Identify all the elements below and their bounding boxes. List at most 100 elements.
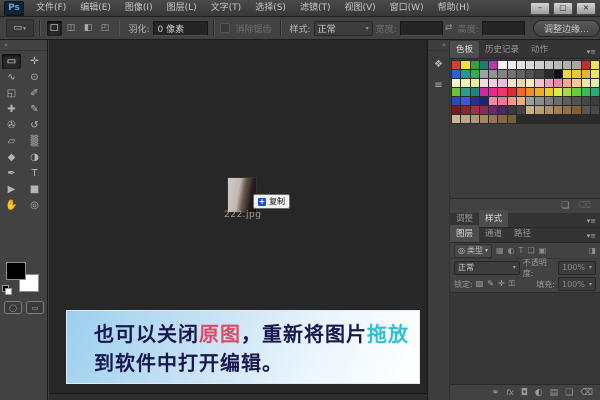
color-swatch[interactable] (582, 106, 590, 114)
minimize-button[interactable]: – (530, 2, 550, 15)
color-swatch[interactable] (591, 97, 599, 105)
filter-adjustment-icon[interactable]: ◐ (508, 246, 515, 255)
fill-input[interactable]: 100% ▾ (558, 277, 596, 291)
menu-item-window[interactable]: 窗口(W) (383, 0, 431, 16)
color-swatch[interactable] (461, 97, 469, 105)
eraser-tool[interactable]: ▱ (2, 134, 21, 149)
color-swatch[interactable] (508, 106, 516, 114)
color-swatch[interactable] (508, 97, 516, 105)
color-swatch[interactable] (526, 79, 534, 87)
menu-item-view[interactable]: 视图(V) (337, 0, 382, 16)
filter-pixel-icon[interactable]: ▦ (496, 246, 504, 255)
brush-presets-icon[interactable]: ≡ (431, 78, 447, 93)
color-swatch[interactable] (508, 61, 516, 69)
color-swatch[interactable] (591, 106, 599, 114)
color-swatch[interactable] (489, 106, 497, 114)
color-swatch[interactable] (535, 79, 543, 87)
color-swatch[interactable] (582, 88, 590, 96)
color-swatch[interactable] (480, 61, 488, 69)
tab-layers[interactable]: 图层 (450, 225, 479, 242)
tab-history[interactable]: 历史记录 (479, 41, 525, 58)
color-swatch[interactable] (489, 61, 497, 69)
color-swatch[interactable] (554, 106, 562, 114)
opacity-input[interactable]: 100% ▾ (558, 261, 596, 275)
color-swatch[interactable] (508, 70, 516, 78)
crop-tool[interactable]: ◱ (2, 86, 21, 101)
color-swatch[interactable] (517, 79, 525, 87)
color-swatch[interactable] (535, 106, 543, 114)
menu-item-help[interactable]: 帮助(H) (431, 0, 477, 16)
new-layer-icon[interactable]: ❏ (565, 388, 573, 398)
color-swatch[interactable] (526, 61, 534, 69)
blend-mode-select[interactable]: 正常 ▾ (454, 261, 520, 275)
expand-panels-icon[interactable]: « (428, 40, 449, 51)
tool-preset-picker[interactable]: ▭ ▾ (6, 19, 34, 37)
color-swatch[interactable] (545, 79, 553, 87)
gradient-tool[interactable]: ▒ (25, 134, 44, 149)
color-swatch[interactable] (452, 61, 460, 69)
color-swatch[interactable] (480, 106, 488, 114)
dodge-tool[interactable]: ◑ (25, 150, 44, 165)
color-swatch[interactable] (508, 88, 516, 96)
filter-toggle-icon[interactable]: ◨ (588, 246, 596, 255)
color-swatch[interactable] (471, 61, 479, 69)
color-swatch[interactable] (572, 61, 580, 69)
color-swatch[interactable] (517, 106, 525, 114)
zoom-tool[interactable]: ◎ (25, 198, 44, 213)
color-swatch[interactable] (480, 79, 488, 87)
color-swatch[interactable] (480, 97, 488, 105)
filter-type-select[interactable]: ◎ 类型 ▾ (454, 244, 492, 258)
lock-all-icon[interactable]: ⚿ (509, 279, 515, 289)
color-swatch[interactable] (517, 61, 525, 69)
canvas-area[interactable]: + 复制 222.jpg 也可以关闭原图，重新将图片拖放到软件中打开编辑。 (49, 40, 427, 400)
menu-item-type[interactable]: 文字(T) (204, 0, 249, 16)
color-swatch[interactable] (563, 88, 571, 96)
color-swatch[interactable] (517, 97, 525, 105)
layers-list[interactable] (450, 292, 600, 384)
color-swatch[interactable] (572, 88, 580, 96)
color-swatch[interactable] (508, 79, 516, 87)
delete-swatch-icon[interactable]: ⌫ (578, 201, 591, 211)
color-swatch[interactable] (508, 115, 516, 123)
color-swatch[interactable] (461, 79, 469, 87)
color-swatch[interactable] (461, 115, 469, 123)
color-swatch[interactable] (452, 79, 460, 87)
layer-group-icon[interactable]: ▤ (550, 388, 559, 398)
color-swatch[interactable] (591, 79, 599, 87)
feather-input[interactable]: 0 像素 (153, 21, 208, 36)
color-swatch[interactable] (489, 79, 497, 87)
subtract-from-selection-button[interactable]: ◧ (81, 21, 96, 36)
color-swatch[interactable] (545, 97, 553, 105)
color-swatch[interactable] (563, 106, 571, 114)
menu-item-layer[interactable]: 图层(L) (160, 0, 204, 16)
lock-move-icon[interactable]: ✛ (498, 279, 505, 289)
color-swatch[interactable] (498, 70, 506, 78)
width-input[interactable] (400, 21, 443, 36)
adjustment-layer-icon[interactable]: ◐ (535, 388, 543, 398)
color-swatch[interactable] (554, 70, 562, 78)
color-swatch[interactable] (452, 115, 460, 123)
menu-item-file[interactable]: 文件(F) (29, 0, 73, 16)
lock-paint-icon[interactable]: ✎ (487, 279, 494, 289)
color-swatch[interactable] (480, 70, 488, 78)
color-swatch[interactable] (582, 70, 590, 78)
color-swatch[interactable] (480, 115, 488, 123)
color-swatch[interactable] (545, 88, 553, 96)
panel-menu-icon[interactable]: ▾≡ (583, 232, 600, 242)
refine-edge-button[interactable]: 调整边缘… (533, 20, 600, 37)
tab-swatches[interactable]: 色板 (450, 41, 479, 58)
blur-tool[interactable]: ◆ (2, 150, 21, 165)
style-select[interactable]: 正常 ▾ (314, 21, 373, 36)
path-selection-tool[interactable]: ▶ (2, 182, 21, 197)
dragged-image-thumbnail[interactable] (228, 178, 256, 212)
color-swatch[interactable] (489, 115, 497, 123)
menu-item-edit[interactable]: 编辑(E) (73, 0, 118, 16)
height-input[interactable] (482, 21, 525, 36)
color-swatch[interactable] (461, 88, 469, 96)
menu-item-select[interactable]: 选择(S) (248, 0, 293, 16)
new-swatch-icon[interactable]: ❏ (561, 201, 569, 211)
tab-paths[interactable]: 路径 (508, 225, 537, 242)
color-swatch[interactable] (471, 97, 479, 105)
toolbox-collapse-icon[interactable]: « (0, 40, 47, 51)
color-swatch[interactable] (461, 61, 469, 69)
